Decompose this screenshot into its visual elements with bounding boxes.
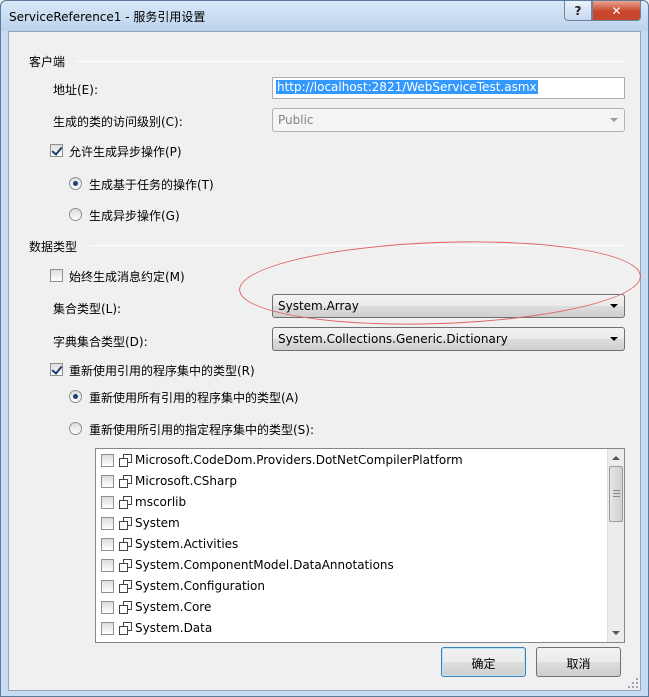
- scroll-down-icon[interactable]: [612, 631, 620, 635]
- list-item[interactable]: System.ComponentModel.DataAnnotations: [101, 555, 461, 576]
- dictionary-type-label: 字典集合类型(D):: [53, 335, 148, 349]
- help-button[interactable]: ?: [564, 1, 592, 21]
- list-item-label: mscorlib: [135, 495, 187, 509]
- list-item[interactable]: Microsoft.CodeDom.Providers.DotNetCompil…: [101, 450, 463, 471]
- async-ops-radio[interactable]: [69, 208, 82, 221]
- access-level-combobox[interactable]: Public: [272, 108, 625, 132]
- list-item-checkbox[interactable]: [101, 538, 114, 551]
- list-item[interactable]: System.Configuration: [101, 576, 461, 597]
- list-item-label: Microsoft.CodeDom.Providers.DotNetCompil…: [135, 453, 463, 467]
- list-item-checkbox[interactable]: [101, 559, 114, 572]
- close-button[interactable]: ✕: [592, 1, 641, 21]
- assembly-icon: [119, 538, 132, 551]
- reuse-specified-radio[interactable]: [69, 422, 82, 435]
- list-item-label: System.Data: [135, 621, 213, 635]
- list-item[interactable]: System: [101, 513, 461, 534]
- reuse-all-label: 重新使用所有引用的程序集中的类型(A): [89, 391, 299, 405]
- address-input-value: http://localhost:2821/WebServiceTest.asm…: [276, 80, 538, 94]
- list-item-checkbox[interactable]: [101, 517, 114, 530]
- list-item[interactable]: System.Activities: [101, 534, 461, 555]
- chevron-down-icon: [610, 304, 618, 308]
- list-item-label: Microsoft.CSharp: [135, 474, 237, 488]
- access-level-label: 生成的类的访问级别(C):: [53, 115, 183, 129]
- assembly-listbox[interactable]: Microsoft.CodeDom.Providers.DotNetCompil…: [95, 448, 625, 643]
- title-bar[interactable]: ServiceReference1 - 服务引用设置 ? ✕: [1, 1, 648, 31]
- reuse-specified-label: 重新使用所引用的指定程序集中的类型(S):: [89, 423, 315, 437]
- list-item[interactable]: Microsoft.CSharp: [101, 471, 461, 492]
- list-item-label: System.Core: [135, 600, 212, 614]
- list-item-label: System: [135, 516, 180, 530]
- address-label: 地址(E):: [53, 83, 98, 97]
- task-based-radio[interactable]: [69, 177, 82, 190]
- reuse-types-label: 重新使用引用的程序集中的类型(R): [69, 364, 255, 378]
- async-operations-label: 允许生成异步操作(P): [69, 145, 182, 159]
- assembly-icon: [119, 580, 132, 593]
- chevron-down-icon: [610, 118, 618, 122]
- dialog-window: ServiceReference1 - 服务引用设置 ? ✕ 客户端 地址(E)…: [0, 0, 649, 697]
- cancel-button[interactable]: 取消: [536, 647, 621, 677]
- resize-grip-icon[interactable]: [628, 678, 638, 688]
- list-item-checkbox[interactable]: [101, 475, 114, 488]
- list-item[interactable]: System.Core: [101, 597, 461, 618]
- listbox-scrollbar[interactable]: [607, 449, 624, 642]
- reuse-all-radio[interactable]: [69, 390, 82, 403]
- assembly-icon: [119, 517, 132, 530]
- list-item[interactable]: System.Data: [101, 618, 461, 639]
- client-group-divider: [77, 61, 625, 62]
- scrollbar-thumb[interactable]: [609, 466, 623, 522]
- dictionary-type-value: System.Collections.Generic.Dictionary: [278, 332, 508, 346]
- assembly-icon: [119, 559, 132, 572]
- address-input[interactable]: http://localhost:2821/WebServiceTest.asm…: [272, 77, 625, 99]
- chevron-down-icon: [610, 337, 618, 341]
- dialog-client-area: 客户端 地址(E): http://localhost:2821/WebServ…: [8, 31, 641, 691]
- ok-button[interactable]: 确定: [441, 647, 526, 677]
- list-item-label: System.ComponentModel.DataAnnotations: [135, 558, 394, 572]
- list-item-checkbox[interactable]: [101, 496, 114, 509]
- reuse-types-checkbox[interactable]: [50, 363, 63, 376]
- list-item-label: System.Activities: [135, 537, 239, 551]
- async-ops-label: 生成异步操作(G): [89, 209, 180, 223]
- client-group-label: 客户端: [29, 55, 66, 69]
- always-message-contract-checkbox[interactable]: [50, 269, 63, 282]
- async-operations-checkbox[interactable]: [50, 144, 63, 157]
- collection-type-label: 集合类型(L):: [53, 302, 122, 316]
- assembly-icon: [119, 475, 132, 488]
- assembly-icon: [119, 622, 132, 635]
- window-title: ServiceReference1 - 服务引用设置: [9, 10, 206, 24]
- list-item-checkbox[interactable]: [101, 601, 114, 614]
- task-based-label: 生成基于任务的操作(T): [89, 178, 214, 192]
- list-item-checkbox[interactable]: [101, 580, 114, 593]
- data-type-group-label: 数据类型: [29, 240, 78, 254]
- list-item[interactable]: mscorlib: [101, 492, 461, 513]
- list-item-label: System.Configuration: [135, 579, 265, 593]
- assembly-icon: [119, 454, 132, 467]
- assembly-icon: [119, 601, 132, 614]
- assembly-icon: [119, 496, 132, 509]
- list-item-checkbox[interactable]: [101, 454, 114, 467]
- always-message-contract-label: 始终生成消息约定(M): [69, 270, 185, 284]
- scroll-up-icon[interactable]: [612, 456, 620, 460]
- list-item-checkbox[interactable]: [101, 622, 114, 635]
- access-level-value: Public: [278, 113, 314, 127]
- dictionary-type-combobox[interactable]: System.Collections.Generic.Dictionary: [272, 327, 625, 351]
